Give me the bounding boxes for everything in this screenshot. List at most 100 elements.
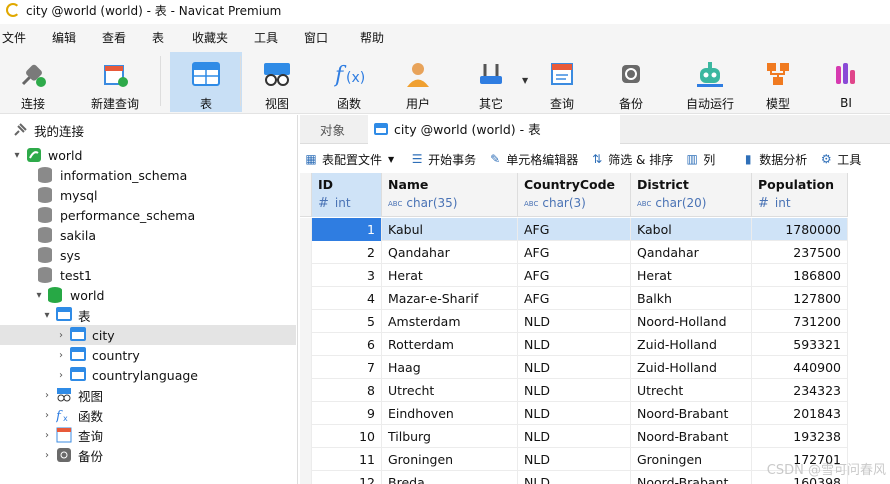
table-cell[interactable]: Amsterdam xyxy=(382,310,518,333)
table-cell[interactable]: 193238 xyxy=(752,425,848,448)
table-cell[interactable]: Herat xyxy=(631,264,752,287)
table-cell[interactable]: 8 xyxy=(312,379,382,402)
table-cell[interactable]: 3 xyxy=(312,264,382,287)
table-profile-button[interactable]: ▦ 表配置文件 ▼ xyxy=(304,151,394,168)
chevron-right-icon[interactable]: › xyxy=(42,410,52,421)
table-cell[interactable]: Groningen xyxy=(631,448,752,471)
table-row[interactable]: 5 Amsterdam NLD Noord-Holland 731200 xyxy=(300,310,848,333)
table-row[interactable]: 3 Herat AFG Herat 186800 xyxy=(300,264,848,287)
cell-editor-button[interactable]: ✎ 单元格编辑器 xyxy=(488,151,578,168)
table-cell[interactable]: Rotterdam xyxy=(382,333,518,356)
menu-item-4[interactable]: 收藏夹 xyxy=(190,29,240,46)
toolbar-button-2[interactable]: 表 xyxy=(170,52,242,112)
toolbar-button-9[interactable]: 自动运行 xyxy=(670,52,750,112)
table-cell[interactable]: 12 xyxy=(312,471,382,484)
chevron-right-icon[interactable]: › xyxy=(56,330,66,341)
table-cell[interactable]: Noord-Brabant xyxy=(631,471,752,484)
table-cell[interactable]: AFG xyxy=(518,287,631,310)
row-gutter[interactable] xyxy=(300,402,312,425)
column-header[interactable]: CountryCode ABC char(3) xyxy=(518,173,631,217)
table-cell[interactable]: NLD xyxy=(518,333,631,356)
data-grid[interactable]: ID # int Name ABC char(35) CountryCode ABC char(… xyxy=(300,173,890,484)
tree-node[interactable]: ▾ 表 xyxy=(0,305,296,325)
row-gutter[interactable] xyxy=(300,379,312,402)
tree-node[interactable]: › country xyxy=(0,345,296,365)
table-cell[interactable]: 5 xyxy=(312,310,382,333)
table-cell[interactable]: NLD xyxy=(518,448,631,471)
table-cell[interactable]: 7 xyxy=(312,356,382,379)
row-gutter[interactable] xyxy=(300,241,312,264)
tab-city-table[interactable]: city @world (world) - 表 xyxy=(368,115,620,144)
tree-node[interactable]: information_schema xyxy=(0,165,296,185)
table-row[interactable]: 11 Groningen NLD Groningen 172701 xyxy=(300,448,848,471)
toolbar-button-8[interactable]: 备份 xyxy=(600,52,662,112)
table-cell[interactable]: NLD xyxy=(518,471,631,484)
table-cell[interactable]: 9 xyxy=(312,402,382,425)
row-gutter[interactable] xyxy=(300,425,312,448)
table-cell[interactable]: Haag xyxy=(382,356,518,379)
table-cell[interactable]: 10 xyxy=(312,425,382,448)
toolbar-button-10[interactable]: 模型 xyxy=(750,52,806,112)
column-header[interactable]: Population # int xyxy=(752,173,848,217)
menu-item-1[interactable]: 编辑 xyxy=(50,29,88,46)
chevron-down-icon[interactable]: ▾ xyxy=(12,150,22,161)
columns-button[interactable]: ▥ 列 xyxy=(685,151,716,168)
table-cell[interactable]: 1780000 xyxy=(752,218,848,241)
tree-node[interactable]: performance_schema xyxy=(0,205,296,225)
table-cell[interactable]: Kabul xyxy=(382,218,518,241)
row-gutter[interactable] xyxy=(300,356,312,379)
chevron-down-icon[interactable]: ▼ xyxy=(522,76,528,85)
table-cell[interactable]: Qandahar xyxy=(631,241,752,264)
table-cell[interactable]: 440900 xyxy=(752,356,848,379)
table-cell[interactable]: 4 xyxy=(312,287,382,310)
table-cell[interactable]: Tilburg xyxy=(382,425,518,448)
table-cell[interactable]: NLD xyxy=(518,379,631,402)
tree-node[interactable]: ▾ world xyxy=(0,285,296,305)
chevron-right-icon[interactable]: › xyxy=(56,370,66,381)
table-row[interactable]: 4 Mazar-e-Sharif AFG Balkh 127800 xyxy=(300,287,848,310)
table-cell[interactable]: Mazar-e-Sharif xyxy=(382,287,518,310)
table-cell[interactable]: Noord-Brabant xyxy=(631,402,752,425)
column-header[interactable]: Name ABC char(35) xyxy=(382,173,518,217)
table-cell[interactable]: NLD xyxy=(518,310,631,333)
tree-node[interactable]: sys xyxy=(0,245,296,265)
table-cell[interactable]: Herat xyxy=(382,264,518,287)
table-cell[interactable]: 186800 xyxy=(752,264,848,287)
table-row[interactable]: 8 Utrecht NLD Utrecht 234323 xyxy=(300,379,848,402)
row-gutter[interactable] xyxy=(300,218,312,241)
table-cell[interactable]: 11 xyxy=(312,448,382,471)
menu-item-2[interactable]: 查看 xyxy=(100,29,138,46)
chevron-right-icon[interactable]: › xyxy=(42,450,52,461)
tree-node[interactable]: › countrylanguage xyxy=(0,365,296,385)
menu-item-6[interactable]: 窗口 xyxy=(302,29,340,46)
chevron-down-icon[interactable]: ▾ xyxy=(34,290,44,301)
table-cell[interactable]: Breda xyxy=(382,471,518,484)
table-cell[interactable]: Zuid-Holland xyxy=(631,333,752,356)
table-cell[interactable]: Qandahar xyxy=(382,241,518,264)
row-gutter[interactable] xyxy=(300,333,312,356)
table-cell[interactable]: 731200 xyxy=(752,310,848,333)
table-cell[interactable]: 1 xyxy=(312,218,382,241)
table-row[interactable]: 6 Rotterdam NLD Zuid-Holland 593321 xyxy=(300,333,848,356)
row-gutter[interactable] xyxy=(300,310,312,333)
toolbar-button-7[interactable]: 查询 xyxy=(530,52,594,112)
tools-button[interactable]: ⚙ 工具 xyxy=(819,151,861,168)
table-cell[interactable]: Noord-Brabant xyxy=(631,425,752,448)
chevron-right-icon[interactable]: › xyxy=(56,350,66,361)
table-cell[interactable]: 2 xyxy=(312,241,382,264)
table-cell[interactable]: Zuid-Holland xyxy=(631,356,752,379)
table-cell[interactable]: AFG xyxy=(518,241,631,264)
table-cell[interactable]: 201843 xyxy=(752,402,848,425)
table-row[interactable]: 10 Tilburg NLD Noord-Brabant 193238 xyxy=(300,425,848,448)
row-gutter[interactable] xyxy=(300,264,312,287)
table-cell[interactable]: Utrecht xyxy=(631,379,752,402)
table-cell[interactable]: Kabol xyxy=(631,218,752,241)
table-cell[interactable]: Noord-Holland xyxy=(631,310,752,333)
table-cell[interactable]: Groningen xyxy=(382,448,518,471)
row-gutter[interactable] xyxy=(300,448,312,471)
tree-node[interactable]: test1 xyxy=(0,265,296,285)
tree-node[interactable]: mysql xyxy=(0,185,296,205)
toolbar-button-3[interactable]: 视图 xyxy=(244,52,310,112)
tree-node[interactable]: › 视图 xyxy=(0,385,296,405)
chevron-right-icon[interactable]: › xyxy=(42,430,52,441)
